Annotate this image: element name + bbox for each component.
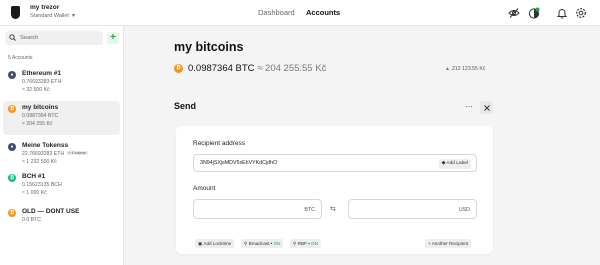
add-locktime-button[interactable]: ▣ Add Locktime: [195, 239, 235, 248]
nav-accounts[interactable]: Accounts: [306, 8, 340, 17]
account-fiat: ≈ 1 000 Kč: [22, 190, 47, 196]
account-balance-summary: 0.0987364 BTC ≈ 204 255.55 Kč: [188, 63, 326, 74]
recipient-address-value: 3N94jSXjsMDV5xEhVYKdCjdhO: [200, 160, 278, 166]
account-balance: 0.76693283 ETH: [22, 79, 62, 85]
bitcoin-icon: ₿: [8, 209, 16, 217]
account-balance: 0.0987364 BTC: [22, 113, 59, 119]
another-recipient-button[interactable]: + Another Recipient: [425, 239, 472, 248]
search-placeholder: Search: [20, 34, 39, 41]
send-title: Send: [174, 101, 197, 111]
trezor-logo-icon: [11, 6, 20, 19]
top-bar: my trezor Standard Wallet ▼ Dashboard Acc…: [0, 0, 600, 26]
rbf-toggle[interactable]: ⚲ RBF • ON: [290, 239, 321, 248]
rbf-label: RBF: [297, 241, 307, 246]
amount-label: Amount: [193, 185, 216, 192]
balance-change: ▲ 212 123.55 Kč: [445, 66, 485, 72]
locktime-label: Add Locktime: [203, 241, 232, 246]
sidebar-account-ethereum-1[interactable]: ♦ Ethereum #1 0.76693283 ETH ≈ 32 500 Kč: [3, 67, 120, 101]
add-label-text: Add Label: [446, 160, 468, 166]
hide-balances-icon[interactable]: [508, 7, 520, 19]
broadcast-icon: ⚲: [244, 241, 248, 246]
notifications-bell-icon[interactable]: [556, 7, 568, 19]
ethereum-icon: ♦: [8, 71, 16, 79]
bitcoin-icon: ₿: [174, 64, 183, 73]
wallet-name: Standard Wallet: [30, 13, 69, 19]
rbf-status: ON: [311, 241, 318, 246]
broadcast-status: ON: [273, 241, 281, 246]
sidebar-account-meine-tokenss[interactable]: ♦ Meine Tokenss 22.76693283 ETH + 4 token…: [3, 139, 120, 173]
close-icon: [483, 104, 490, 111]
sidebar-account-bch-1[interactable]: ₿ BCH #1 0.15623135 BCH ≈ 1 000 Kč: [3, 170, 120, 204]
account-balance: 0.0 BTC: [22, 217, 42, 223]
rbf-icon: ⚲: [293, 241, 297, 246]
account-fiat: ≈ 32 500 Kč: [22, 87, 50, 93]
bitcoin-icon: ₿: [8, 105, 16, 113]
crypto-balance: 0.0987364 BTC: [188, 63, 255, 74]
search-icon: [9, 34, 16, 41]
crypto-unit: BTC: [304, 206, 315, 213]
broadcast-label: Broadcast: [248, 241, 270, 246]
recipient-address-label: Recipient address: [193, 140, 246, 147]
account-balance: 0.15623135 BCH: [22, 182, 62, 188]
balance-value: 22.76693283 ETH: [22, 151, 65, 157]
ethereum-icon: ♦: [8, 143, 16, 151]
page-title: my bitcoins: [174, 40, 244, 54]
account-name: BCH #1: [22, 173, 46, 180]
fiat-balance: ≈ 204 255.55 Kč: [257, 63, 327, 74]
account-name: Ethereum #1: [22, 70, 62, 77]
account-balance: 22.76693283 ETH + 4 tokens: [22, 151, 88, 157]
recipient-address-input[interactable]: 3N94jSXjsMDV5xEhVYKdCjdhO ◆ Add Label: [193, 154, 477, 172]
amount-fiat-input[interactable]: USD: [348, 199, 477, 219]
account-fiat: ≈ 1 232 500 Kč: [22, 159, 57, 165]
tokens-badge: + 4 tokens: [66, 151, 88, 155]
account-name: my bitcoins: [22, 104, 59, 111]
chevron-down-icon: ▼: [70, 13, 76, 19]
more-options-icon[interactable]: ⋯: [465, 102, 474, 111]
settings-gear-icon[interactable]: [575, 7, 587, 19]
device-name[interactable]: my trezor: [30, 4, 59, 11]
sidebar-account-old-dont-use[interactable]: ₿ OLD — DONT USE 0.0 BTC: [3, 205, 120, 239]
bitcoin-cash-icon: ₿: [8, 174, 16, 182]
swap-currency-icon[interactable]: ⇆: [330, 205, 336, 213]
nav-dashboard[interactable]: Dashboard: [258, 8, 295, 17]
account-name: Meine Tokenss: [22, 142, 69, 149]
close-button[interactable]: [480, 101, 493, 114]
search-input[interactable]: Search: [5, 31, 103, 45]
trend-up-icon: ▲: [445, 66, 450, 72]
tor-icon[interactable]: [528, 7, 540, 19]
tag-icon: ◆: [441, 160, 446, 166]
account-name: OLD — DONT USE: [22, 208, 80, 215]
amount-crypto-input[interactable]: BTC: [193, 199, 322, 219]
broadcast-toggle[interactable]: ⚲ Broadcast • ON: [241, 239, 284, 248]
wallet-selector[interactable]: Standard Wallet ▼: [30, 13, 76, 19]
account-fiat: ≈ 204 255 Kč: [22, 121, 53, 127]
sidebar-account-my-bitcoins[interactable]: ₿ my bitcoins 0.0987364 BTC ≈ 204 255 Kč: [3, 101, 120, 135]
fiat-unit: USD: [458, 206, 470, 213]
calendar-icon: ▣: [198, 241, 203, 246]
add-label-button[interactable]: ◆ Add Label: [438, 158, 471, 169]
balance-change-value: 212 123.55 Kč: [451, 66, 486, 72]
add-account-button[interactable]: +: [107, 32, 119, 44]
accounts-count: 5 Accounts: [8, 55, 33, 61]
